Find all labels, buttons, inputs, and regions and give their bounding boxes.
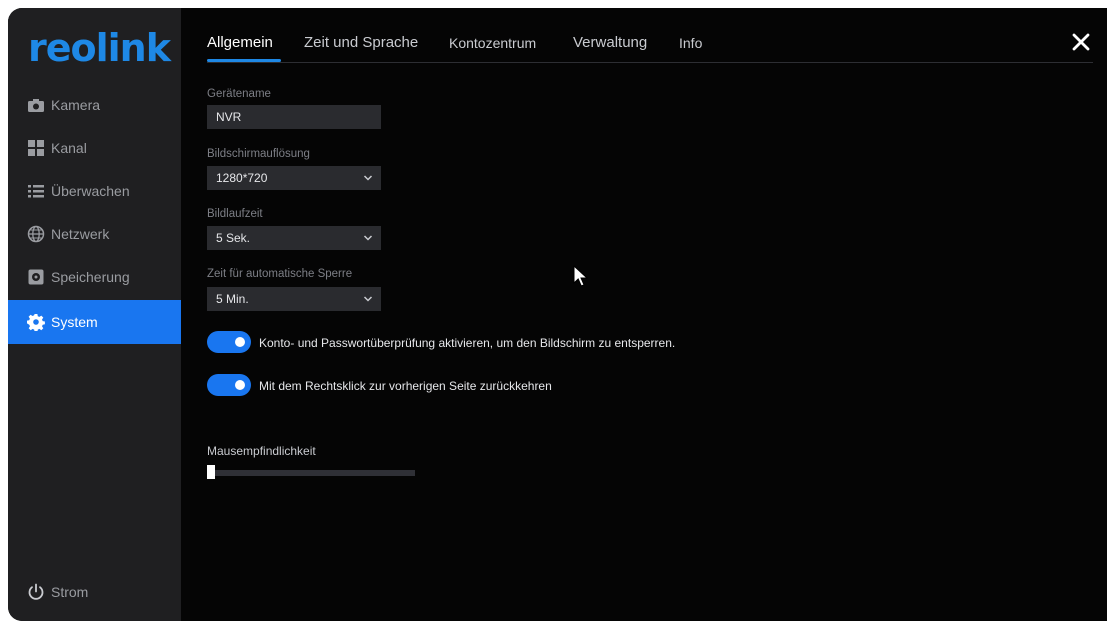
sidebar-item-label: Kamera [51,97,101,113]
list-icon [27,182,45,200]
scroll-time-label: Bildlaufzeit [207,208,263,220]
power-button[interactable]: Strom [8,570,181,614]
auto-lock-value: 5 Min. [216,292,249,306]
active-tab-indicator [207,59,281,62]
close-icon[interactable] [1069,30,1093,54]
sidebar-item-label: Netzwerk [51,226,110,242]
grid-icon [27,139,45,157]
tab-bar: Allgemein Zeit und Sprache Kontozentrum … [207,30,1093,63]
power-label: Strom [51,584,89,600]
mouse-sensitivity-slider[interactable] [207,470,415,476]
scroll-time-select[interactable]: 5 Sek. [207,226,381,250]
resolution-label: Bildschirmauflösung [207,148,310,160]
sidebar-item-ueberwachen[interactable]: Überwachen [8,169,181,213]
auto-lock-select[interactable]: 5 Min. [207,287,381,311]
sidebar-item-netzwerk[interactable]: Netzwerk [8,212,181,256]
sidebar-item-label: Speicherung [51,269,130,285]
tab-zeit-und-sprache[interactable]: Zeit und Sprache [304,34,418,51]
sidebar: reolink Kamera Kanal Überwachen Netzwerk [8,8,181,621]
resolution-select[interactable]: 1280*720 [207,166,381,190]
toggle-knob [235,380,245,390]
device-name-label: Gerätename [207,88,271,100]
device-name-value: NVR [216,110,242,124]
sidebar-item-label: Überwachen [51,183,130,199]
unlock-password-label: Konto- und Passwortüberprüfung aktiviere… [259,336,676,350]
sidebar-item-speicherung[interactable]: Speicherung [8,255,181,299]
tab-info[interactable]: Info [679,35,702,51]
sidebar-item-kanal[interactable]: Kanal [8,126,181,170]
sidebar-item-kamera[interactable]: Kamera [8,83,181,127]
scroll-time-value: 5 Sek. [216,231,251,245]
auto-lock-label: Zeit für automatische Sperre [207,268,353,280]
sidebar-item-system[interactable]: System [8,300,181,344]
main-panel: Allgemein Zeit und Sprache Kontozentrum … [181,8,1107,621]
unlock-password-toggle[interactable] [207,331,251,353]
reolink-logo: reolink [28,26,171,70]
camera-icon [27,96,45,114]
mouse-pointer-icon [573,265,589,287]
device-name-field[interactable]: NVR [207,105,381,129]
gear-icon [27,313,45,331]
right-click-back-toggle[interactable] [207,374,251,396]
globe-icon [27,225,45,243]
resolution-value: 1280*720 [216,171,268,185]
sidebar-item-label: Kanal [51,140,87,156]
tab-allgemein[interactable]: Allgemein [207,34,273,51]
right-click-back-label: Mit dem Rechtsklick zur vorherigen Seite… [259,379,552,393]
power-icon [27,583,45,601]
sidebar-item-label: System [51,314,98,330]
slider-handle[interactable] [207,465,215,479]
tab-verwaltung[interactable]: Verwaltung [573,34,647,51]
chevron-down-icon [363,175,373,181]
toggle-knob [235,337,245,347]
mouse-sensitivity-label: Mausempfindlichkeit [207,444,316,458]
chevron-down-icon [363,296,373,302]
settings-window: reolink Kamera Kanal Überwachen Netzwerk [8,8,1107,621]
chevron-down-icon [363,235,373,241]
tab-kontozentrum[interactable]: Kontozentrum [449,35,536,51]
storage-icon [27,268,45,286]
